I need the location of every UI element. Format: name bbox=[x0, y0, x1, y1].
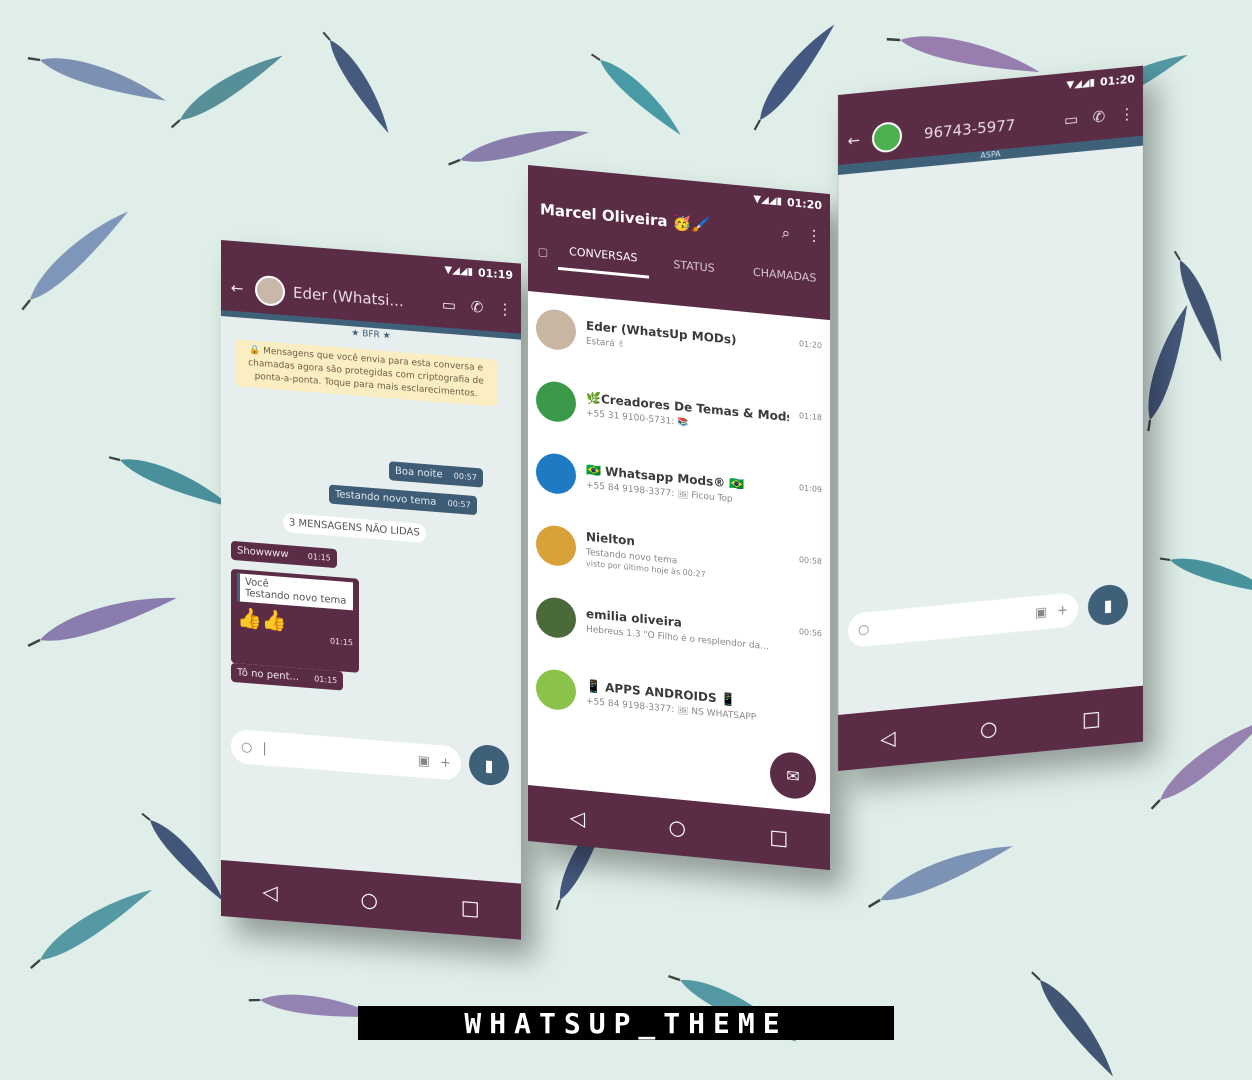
message-text: Tô no pent... bbox=[237, 667, 300, 684]
camera-icon[interactable]: ▣ bbox=[1035, 604, 1047, 620]
phone-call-icon[interactable]: ✆ bbox=[467, 297, 487, 317]
message-text: Showwww bbox=[237, 545, 289, 561]
attach-plus-icon[interactable]: + bbox=[440, 755, 451, 771]
avatar[interactable] bbox=[536, 667, 576, 712]
emoji-icon[interactable]: ○ bbox=[858, 621, 869, 637]
back-arrow-icon[interactable]: ← bbox=[227, 278, 247, 298]
nav-recents-icon[interactable]: □ bbox=[769, 824, 788, 850]
user-emoji: 🥳🖌️ bbox=[672, 212, 711, 235]
quoted-block[interactable]: Você Testando novo tema bbox=[237, 573, 353, 611]
nav-home-icon[interactable]: ○ bbox=[980, 716, 997, 742]
quoted-reply-message: Você Testando novo tema 👍👍 01:15 bbox=[231, 568, 359, 673]
chat-wallpaper: ○ ▣ + ▮ bbox=[838, 145, 1143, 715]
attach-plus-icon[interactable]: + bbox=[1057, 602, 1068, 618]
more-menu-icon[interactable]: ⋮ bbox=[495, 300, 515, 320]
avatar[interactable] bbox=[536, 379, 576, 424]
avatar[interactable] bbox=[536, 523, 576, 568]
nav-back-icon[interactable]: ◁ bbox=[570, 805, 585, 830]
back-arrow-icon[interactable]: ← bbox=[844, 130, 864, 150]
avatar[interactable] bbox=[255, 274, 285, 308]
more-menu-icon[interactable]: ⋮ bbox=[804, 226, 824, 246]
chat-time: 01:18 bbox=[798, 411, 822, 423]
avatar[interactable] bbox=[536, 595, 576, 640]
watermark-logo: WHATSUP_THEME bbox=[358, 1006, 894, 1040]
tab-chamadas[interactable]: CHAMADAS bbox=[739, 264, 830, 296]
nav-home-icon[interactable]: ○ bbox=[361, 887, 378, 912]
signal-icon: ▼◢◢▮ bbox=[444, 264, 473, 278]
video-call-icon[interactable]: ▭ bbox=[1061, 110, 1081, 130]
middle-phone-chat-list: ▼◢◢▮ 01:20 Marcel Oliveira 🥳🖌️ ⌕ ⋮ ▢ CON… bbox=[528, 165, 830, 871]
message-time: 00:57 bbox=[453, 471, 477, 483]
chat-time: 01:09 bbox=[798, 483, 822, 495]
chat-time: 01:20 bbox=[798, 339, 822, 351]
chat-list: Eder (WhatsUp MODs) Estará ✌ 01:20 🌿Crea… bbox=[528, 291, 830, 815]
chat-wallpaper: ★ BFR ★ 🔒 Mensagens que você envia para … bbox=[221, 316, 521, 884]
message-text: Testando novo tema bbox=[335, 488, 437, 508]
chat-time: 00:56 bbox=[798, 627, 822, 639]
tab-conversas[interactable]: CONVERSAS bbox=[558, 243, 649, 279]
tab-status[interactable]: STATUS bbox=[649, 256, 740, 288]
left-phone-chat: ▼◢◢▮ 01:19 ← Eder (Whatsi... ▭ ✆ ⋮ ★ BFR… bbox=[221, 240, 521, 940]
encryption-notice[interactable]: 🔒 Mensagens que você envia para esta con… bbox=[235, 339, 497, 407]
signal-icon: ▼◢◢▮ bbox=[753, 193, 782, 207]
mic-button[interactable]: ▮ bbox=[1088, 583, 1128, 627]
nav-recents-icon[interactable]: □ bbox=[1082, 706, 1101, 732]
outgoing-message: Boa noite 00:57 bbox=[389, 461, 483, 488]
video-call-icon[interactable]: ▭ bbox=[439, 295, 459, 315]
contact-name[interactable]: Eder (Whatsi... bbox=[293, 284, 431, 313]
nav-back-icon[interactable]: ◁ bbox=[880, 725, 895, 750]
emoji-icon[interactable]: ○ bbox=[241, 739, 252, 755]
nav-back-icon[interactable]: ◁ bbox=[262, 879, 277, 904]
message-time: 01:15 bbox=[307, 551, 331, 563]
contact-name[interactable]: 96743-5977 bbox=[910, 112, 1053, 144]
nav-recents-icon[interactable]: □ bbox=[461, 895, 480, 920]
status-time: 01:20 bbox=[1099, 71, 1135, 89]
outgoing-message: Testando novo tema 00:57 bbox=[329, 484, 477, 516]
search-icon[interactable]: ⌕ bbox=[776, 223, 796, 243]
message-time: 01:15 bbox=[314, 674, 338, 686]
signal-icon: ▼◢◢▮ bbox=[1066, 76, 1095, 91]
right-phone-chat: ▼◢◢▮ 01:20 ← 96743-5977 ▭ ✆ ⋮ ASPA ○ ▣ +… bbox=[838, 65, 1143, 772]
status-time: 01:19 bbox=[477, 265, 513, 282]
message-time: 00:57 bbox=[447, 498, 471, 510]
unread-divider: 3 MENSAGENS NÃO LIDAS bbox=[283, 512, 426, 544]
phone-call-icon[interactable]: ✆ bbox=[1089, 107, 1109, 127]
avatar[interactable] bbox=[872, 120, 902, 154]
message-input[interactable]: ○ | ▣ + bbox=[231, 728, 461, 781]
mic-button[interactable]: ▮ bbox=[469, 743, 509, 787]
new-chat-button[interactable]: ✉ bbox=[770, 750, 816, 801]
camera-icon[interactable]: ▣ bbox=[418, 753, 430, 769]
camera-tab-icon[interactable]: ▢ bbox=[528, 244, 558, 270]
message-text: Boa noite bbox=[395, 465, 443, 481]
avatar[interactable] bbox=[536, 451, 576, 496]
nav-home-icon[interactable]: ○ bbox=[669, 815, 686, 841]
message-input[interactable]: ○ ▣ + bbox=[848, 591, 1078, 649]
user-name: Marcel Oliveira bbox=[540, 200, 668, 231]
chat-time: 00:58 bbox=[798, 555, 822, 567]
avatar[interactable] bbox=[536, 307, 576, 352]
more-menu-icon[interactable]: ⋮ bbox=[1117, 104, 1137, 124]
status-time: 01:20 bbox=[786, 195, 822, 212]
incoming-message: Showwww 01:15 bbox=[231, 540, 337, 569]
